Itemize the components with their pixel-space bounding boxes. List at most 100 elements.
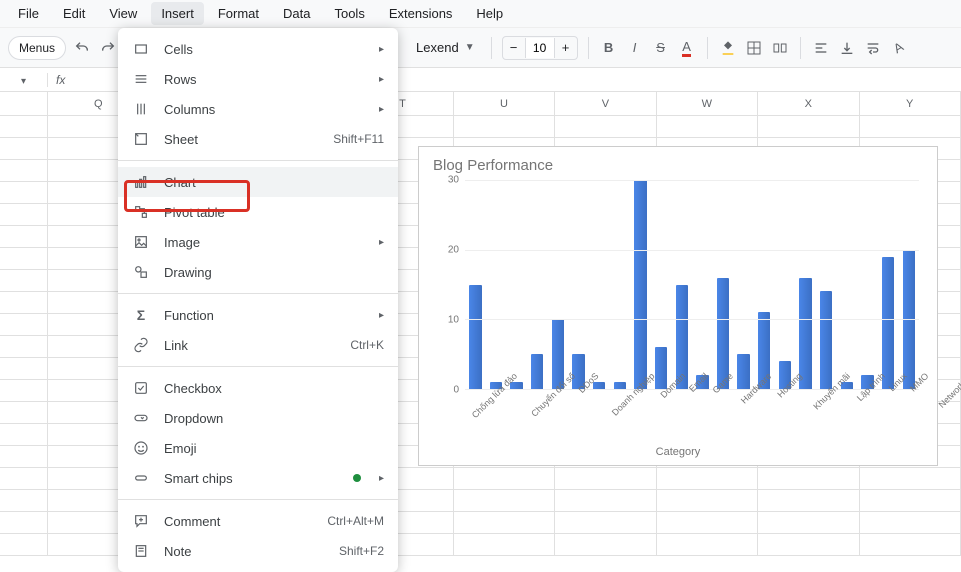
menu-item-checkbox[interactable]: Checkbox — [118, 373, 398, 403]
cell[interactable] — [657, 534, 758, 555]
cell[interactable] — [657, 490, 758, 511]
row-header[interactable] — [0, 380, 48, 401]
font-selector[interactable]: Lexend▼ — [410, 36, 481, 59]
row-header[interactable] — [0, 226, 48, 247]
row-header[interactable] — [0, 270, 48, 291]
cell[interactable] — [555, 116, 656, 137]
col-header[interactable]: W — [657, 92, 758, 115]
font-size-stepper[interactable]: − + — [502, 36, 578, 60]
menu-data[interactable]: Data — [273, 2, 320, 25]
vertical-align-icon[interactable] — [837, 38, 857, 58]
menu-item-function[interactable]: ΣFunction▸ — [118, 300, 398, 330]
row-header[interactable] — [0, 424, 48, 445]
chart[interactable]: Blog Performance 0102030 Chống lừa đảoCh… — [418, 146, 938, 466]
menus-button[interactable]: Menus — [8, 36, 66, 60]
row-header[interactable] — [0, 358, 48, 379]
row-header[interactable] — [0, 204, 48, 225]
cell[interactable] — [758, 512, 859, 533]
menu-extensions[interactable]: Extensions — [379, 2, 463, 25]
col-header[interactable]: U — [454, 92, 555, 115]
cell[interactable] — [657, 512, 758, 533]
italic-icon[interactable]: I — [625, 38, 645, 58]
menu-format[interactable]: Format — [208, 2, 269, 25]
cell[interactable] — [860, 490, 961, 511]
row-header[interactable] — [0, 138, 48, 159]
redo-icon[interactable] — [98, 38, 118, 58]
menu-item-columns[interactable]: Columns▸ — [118, 94, 398, 124]
row-header[interactable] — [0, 182, 48, 203]
horizontal-align-icon[interactable] — [811, 38, 831, 58]
cell[interactable] — [555, 490, 656, 511]
menu-item-rows[interactable]: Rows▸ — [118, 64, 398, 94]
borders-icon[interactable] — [744, 38, 764, 58]
corner-cell[interactable] — [0, 92, 48, 115]
menu-insert[interactable]: Insert — [151, 2, 204, 25]
menu-view[interactable]: View — [99, 2, 147, 25]
cell[interactable] — [657, 468, 758, 489]
bar[interactable] — [469, 285, 481, 390]
strikethrough-icon[interactable]: S — [651, 38, 671, 58]
cell[interactable] — [758, 534, 859, 555]
bar[interactable] — [614, 382, 626, 389]
menu-help[interactable]: Help — [466, 2, 513, 25]
cell[interactable] — [454, 512, 555, 533]
cell[interactable] — [555, 468, 656, 489]
cell-reference[interactable]: ▾ — [0, 73, 48, 87]
row-header[interactable] — [0, 490, 48, 511]
menu-item-dropdown[interactable]: Dropdown — [118, 403, 398, 433]
menu-file[interactable]: File — [8, 2, 49, 25]
cell[interactable] — [555, 512, 656, 533]
col-header[interactable]: X — [758, 92, 859, 115]
row-header[interactable] — [0, 116, 48, 137]
row-header[interactable] — [0, 336, 48, 357]
cell[interactable] — [454, 116, 555, 137]
bar[interactable] — [531, 354, 543, 389]
text-rotation-icon[interactable]: A — [889, 38, 909, 58]
bar[interactable] — [820, 291, 832, 389]
font-size-input[interactable] — [525, 38, 555, 58]
text-wrap-icon[interactable] — [863, 38, 883, 58]
row-header[interactable] — [0, 292, 48, 313]
decrease-font-icon[interactable]: − — [503, 37, 525, 59]
cell[interactable] — [758, 468, 859, 489]
bar[interactable] — [634, 180, 646, 389]
menu-item-comment[interactable]: CommentCtrl+Alt+M — [118, 506, 398, 536]
cell[interactable] — [860, 468, 961, 489]
bar[interactable] — [737, 354, 749, 389]
merge-cells-icon[interactable] — [770, 38, 790, 58]
row-header[interactable] — [0, 248, 48, 269]
menu-item-drawing[interactable]: Drawing — [118, 257, 398, 287]
menu-item-link[interactable]: LinkCtrl+K — [118, 330, 398, 360]
undo-icon[interactable] — [72, 38, 92, 58]
fill-color-icon[interactable] — [718, 38, 738, 58]
cell[interactable] — [758, 490, 859, 511]
bar[interactable] — [799, 278, 811, 389]
increase-font-icon[interactable]: + — [555, 37, 577, 59]
cell[interactable] — [555, 534, 656, 555]
bold-icon[interactable]: B — [599, 38, 619, 58]
row-header[interactable] — [0, 446, 48, 467]
row-header[interactable] — [0, 534, 48, 555]
menu-item-note[interactable]: NoteShift+F2 — [118, 536, 398, 566]
menu-item-emoji[interactable]: Emoji — [118, 433, 398, 463]
menu-item-chart[interactable]: Chart — [118, 167, 398, 197]
row-header[interactable] — [0, 160, 48, 181]
menu-tools[interactable]: Tools — [324, 2, 374, 25]
cell[interactable] — [860, 534, 961, 555]
text-color-icon[interactable]: A — [677, 38, 697, 58]
menu-item-smartchips[interactable]: Smart chips▸ — [118, 463, 398, 493]
menu-edit[interactable]: Edit — [53, 2, 95, 25]
row-header[interactable] — [0, 314, 48, 335]
cell[interactable] — [454, 490, 555, 511]
menu-item-cells[interactable]: Cells▸ — [118, 34, 398, 64]
cell[interactable] — [860, 116, 961, 137]
menu-item-sheet[interactable]: SheetShift+F11 — [118, 124, 398, 154]
menu-item-image[interactable]: Image▸ — [118, 227, 398, 257]
row-header[interactable] — [0, 468, 48, 489]
col-header[interactable]: V — [555, 92, 656, 115]
cell[interactable] — [657, 116, 758, 137]
menu-item-pivot[interactable]: Pivot table — [118, 197, 398, 227]
row-header[interactable] — [0, 512, 48, 533]
cell[interactable] — [454, 534, 555, 555]
col-header[interactable]: Y — [860, 92, 961, 115]
